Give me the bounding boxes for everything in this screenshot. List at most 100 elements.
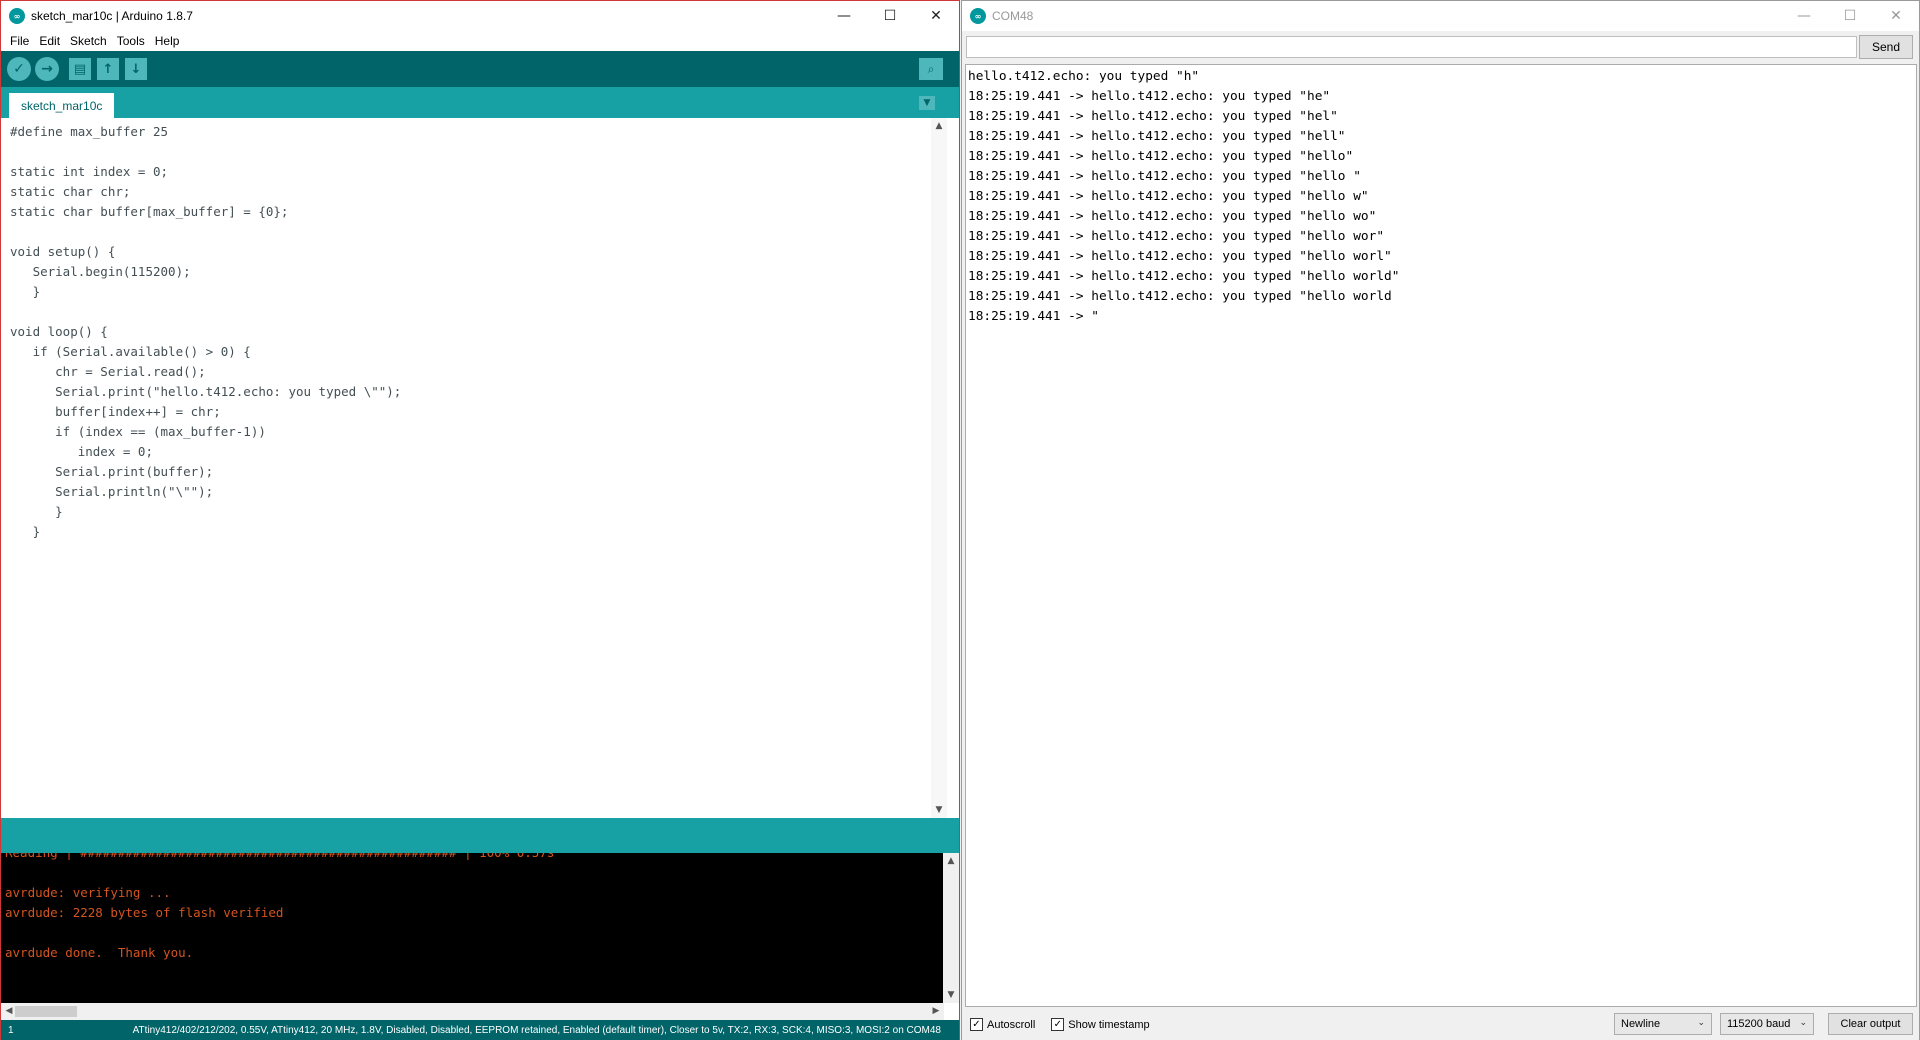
chevron-down-icon: ⌄ xyxy=(1799,1018,1807,1028)
clear-output-button[interactable]: Clear output xyxy=(1828,1013,1913,1035)
line-ending-select[interactable]: Newline ⌄ xyxy=(1614,1013,1712,1035)
code-line: #define max_buffer 25 xyxy=(10,124,169,139)
tab-menu-icon[interactable]: ▼ xyxy=(919,96,935,110)
serial-input[interactable] xyxy=(966,36,1857,58)
code-line: void loop() { xyxy=(10,324,108,339)
serial-line: 18:25:19.441 -> hello.t412.echo: you typ… xyxy=(968,209,1377,224)
serial-line: 18:25:19.441 -> hello.t412.echo: you typ… xyxy=(968,289,1392,304)
new-sketch-icon[interactable]: ▤ xyxy=(69,58,91,80)
timestamp-label: Show timestamp xyxy=(1068,1018,1150,1031)
verify-icon[interactable]: ✓ xyxy=(7,57,31,81)
serial-line: 18:25:19.441 -> hello.t412.echo: you typ… xyxy=(968,269,1400,284)
code-line: index = 0; xyxy=(10,444,153,459)
code-line: Serial.begin(115200); xyxy=(10,264,191,279)
code-line: static int index = 0; xyxy=(10,164,169,179)
serial-line: 18:25:19.441 -> hello.t412.echo: you typ… xyxy=(968,89,1331,104)
ide-menubar: File Edit Sketch Tools Help xyxy=(1,31,959,51)
upload-icon[interactable]: → xyxy=(35,57,59,81)
serial-line: 18:25:19.441 -> " xyxy=(968,309,1099,324)
serial-line: 18:25:19.441 -> hello.t412.echo: you typ… xyxy=(968,169,1361,184)
console-line: Reading | ##############################… xyxy=(1,853,944,863)
maximize-button[interactable]: ☐ xyxy=(1827,1,1873,31)
open-sketch-icon[interactable]: ↑ xyxy=(97,58,119,80)
arduino-logo-icon: ∞ xyxy=(9,8,25,24)
code-line: if (index == (max_buffer-1)) xyxy=(10,424,266,439)
code-line: Serial.println("\""); xyxy=(10,484,214,499)
code-line: buffer[index++] = chr; xyxy=(10,404,221,419)
console-line: avrdude: verifying ... xyxy=(5,885,171,900)
code-editor[interactable]: #define max_buffer 25 static int index =… xyxy=(1,118,947,818)
line-ending-value: Newline xyxy=(1621,1018,1661,1030)
console-output: Reading | ##############################… xyxy=(1,853,944,1003)
autoscroll-label: Autoscroll xyxy=(987,1018,1036,1031)
serial-line: 18:25:19.441 -> hello.t412.echo: you typ… xyxy=(968,109,1338,124)
code-line: static char chr; xyxy=(10,184,131,199)
scroll-up-icon[interactable]: ▲ xyxy=(931,118,947,134)
editor-console-divider[interactable] xyxy=(1,818,959,853)
send-button[interactable]: Send xyxy=(1859,35,1913,59)
checkbox-check-icon[interactable]: ✓ xyxy=(970,1018,983,1031)
board-config: ATtiny412/402/212/202, 0.55V, ATtiny412,… xyxy=(132,1025,941,1036)
serial-line: 18:25:19.441 -> hello.t412.echo: you typ… xyxy=(968,129,1346,144)
close-button[interactable]: ✕ xyxy=(1873,1,1919,31)
tab-sketch[interactable]: sketch_mar10c xyxy=(9,93,115,118)
autoscroll-checkbox[interactable]: ✓ Autoscroll xyxy=(970,1018,1035,1031)
timestamp-checkbox[interactable]: ✓ Show timestamp xyxy=(1051,1018,1150,1031)
ide-window-controls: — ☐ ✕ xyxy=(821,1,959,31)
editor-scrollbar[interactable]: ▲ ▼ xyxy=(931,118,947,818)
scroll-thumb[interactable] xyxy=(15,1006,77,1017)
console-line: avrdude: 2228 bytes of flash verified xyxy=(5,905,284,920)
serial-line: 18:25:19.441 -> hello.t412.echo: you typ… xyxy=(968,149,1354,164)
code-line: void setup() { xyxy=(10,244,116,259)
arduino-logo-icon: ∞ xyxy=(970,8,986,24)
code-line: } xyxy=(10,524,41,539)
ide-tabbar: sketch_mar10c ▼ xyxy=(1,87,959,118)
code-line: chr = Serial.read(); xyxy=(10,364,206,379)
ide-window-title: sketch_mar10c | Arduino 1.8.7 xyxy=(31,9,193,23)
serial-window-controls: — ☐ ✕ xyxy=(1781,1,1919,31)
console-line: avrdude done. Thank you. xyxy=(5,945,194,960)
minimize-button[interactable]: — xyxy=(1781,1,1827,31)
serial-monitor-icon[interactable]: ⌕ xyxy=(919,58,943,80)
maximize-button[interactable]: ☐ xyxy=(867,1,913,31)
serial-line: hello.t412.echo: you typed "h" xyxy=(968,69,1200,84)
serial-line: 18:25:19.441 -> hello.t412.echo: you typ… xyxy=(968,189,1369,204)
send-row: Send xyxy=(962,31,1919,63)
serial-titlebar: ∞ COM48 — ☐ ✕ xyxy=(962,1,1919,31)
checkbox-check-icon[interactable]: ✓ xyxy=(1051,1018,1065,1031)
close-button[interactable]: ✕ xyxy=(913,1,959,31)
serial-line: 18:25:19.441 -> hello.t412.echo: you typ… xyxy=(968,249,1392,264)
baud-value: 115200 baud xyxy=(1727,1018,1791,1030)
minimize-button[interactable]: — xyxy=(821,1,867,31)
scroll-down-icon[interactable]: ▼ xyxy=(943,987,959,1003)
baud-select[interactable]: 115200 baud ⌄ xyxy=(1720,1013,1814,1035)
serial-line: 18:25:19.441 -> hello.t412.echo: you typ… xyxy=(968,229,1385,244)
scroll-right-icon[interactable]: ▶ xyxy=(928,1003,944,1019)
serial-monitor-window: ∞ COM48 — ☐ ✕ Send hello.t412.echo: you … xyxy=(961,0,1920,1040)
ide-titlebar: ∞ sketch_mar10c | Arduino 1.8.7 — ☐ ✕ xyxy=(1,1,959,31)
console-scrollbar[interactable]: ▲ ▼ xyxy=(943,853,959,1003)
menu-help[interactable]: Help xyxy=(150,34,185,48)
menu-tools[interactable]: Tools xyxy=(112,34,150,48)
console-horizontal-scrollbar[interactable]: ◀ ▶ xyxy=(1,1003,944,1020)
ide-toolbar: ✓ → ▤ ↑ ↓ ⌕ xyxy=(1,51,959,87)
ide-statusbar: 1 ATtiny412/402/212/202, 0.55V, ATtiny41… xyxy=(1,1020,959,1040)
arduino-ide-window: ∞ sketch_mar10c | Arduino 1.8.7 — ☐ ✕ Fi… xyxy=(0,0,960,1040)
code-line: if (Serial.available() > 0) { xyxy=(10,344,251,359)
save-sketch-icon[interactable]: ↓ xyxy=(125,58,147,80)
code-line: Serial.print("hello.t412.echo: you typed… xyxy=(10,384,402,399)
code-line: Serial.print(buffer); xyxy=(10,464,214,479)
serial-bottom-bar: ✓ Autoscroll ✓ Show timestamp Newline ⌄ … xyxy=(962,1009,1919,1040)
menu-sketch[interactable]: Sketch xyxy=(65,34,112,48)
scroll-up-icon[interactable]: ▲ xyxy=(943,853,959,869)
serial-output: hello.t412.echo: you typed "h" 18:25:19.… xyxy=(965,64,1917,1007)
scroll-down-icon[interactable]: ▼ xyxy=(931,802,947,818)
chevron-down-icon: ⌄ xyxy=(1697,1018,1705,1028)
menu-file[interactable]: File xyxy=(5,34,34,48)
menu-edit[interactable]: Edit xyxy=(34,34,65,48)
code-line: } xyxy=(10,284,41,299)
